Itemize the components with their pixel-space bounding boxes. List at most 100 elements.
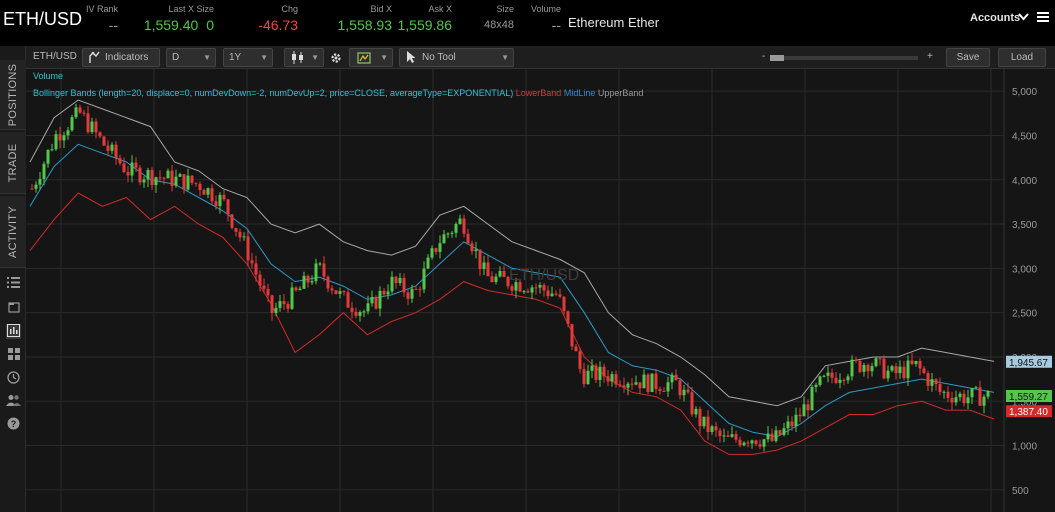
candle-body	[878, 358, 882, 360]
candle-body	[82, 112, 86, 114]
candle-body	[690, 392, 694, 415]
candle-body	[662, 391, 666, 392]
price-chart[interactable]: 5001,0001,5002,0002,5003,0003,5004,0004,…	[26, 69, 1055, 512]
aggregation-select[interactable]: D ▼	[166, 48, 216, 67]
candle-body	[458, 218, 462, 224]
candle-body	[110, 144, 114, 151]
candle-body	[218, 194, 222, 207]
grid-icon[interactable]	[6, 348, 21, 363]
accounts-button[interactable]: Accounts	[970, 12, 1020, 24]
zoom-slider-handle[interactable]	[770, 55, 784, 61]
drawings-button[interactable]: ▼	[349, 48, 393, 67]
chart-style-button[interactable]: ▼	[284, 48, 324, 67]
candle-body	[586, 370, 590, 385]
candle-body	[454, 224, 458, 233]
candle-body	[814, 384, 818, 387]
menu-icon[interactable]	[1037, 12, 1049, 25]
y-axis-tick-label: 3,500	[1012, 220, 1037, 231]
candle-body	[130, 162, 134, 176]
drawing-tool-value: No Tool	[422, 52, 456, 63]
candle-body	[214, 201, 218, 207]
list-icon[interactable]	[6, 277, 21, 292]
chevron-down-icon: ▼	[260, 53, 268, 62]
upper-band-legend: UpperBand	[597, 88, 644, 98]
candle-body	[922, 368, 926, 373]
candle-body	[718, 430, 722, 437]
candle-body	[982, 396, 986, 406]
zoom-in-button[interactable]: +	[927, 51, 933, 62]
candle-body	[90, 121, 94, 133]
candle-body	[898, 366, 902, 374]
chevron-down-icon[interactable]	[1018, 12, 1029, 24]
candle-body	[874, 358, 878, 367]
candle-body	[234, 228, 238, 232]
candle-body	[394, 276, 398, 283]
chart-canvas[interactable]: 5001,0001,5002,0002,5003,0003,5004,0004,…	[26, 69, 1055, 512]
candle-body	[42, 163, 46, 180]
candle-body	[162, 177, 166, 179]
save-button[interactable]: Save	[946, 48, 990, 67]
candle-body	[666, 382, 670, 392]
candle-body	[582, 369, 586, 385]
candle-body	[446, 233, 450, 235]
candle-body	[86, 113, 90, 133]
size-label: Size	[496, 4, 514, 14]
timeframe-select[interactable]: 1Y ▼	[223, 48, 273, 67]
candle-body	[382, 290, 386, 295]
candle-body	[966, 397, 970, 404]
candle-body	[342, 291, 346, 293]
clock-icon[interactable]	[6, 371, 21, 386]
candle-body	[654, 373, 658, 389]
load-button[interactable]: Load	[998, 48, 1046, 67]
quote-header: ETH/USD IV Rank -- Last X Size 1,559.40 …	[0, 0, 1055, 46]
y-axis-tick-label: 4,500	[1012, 131, 1037, 142]
candle-body	[414, 288, 418, 290]
zoom-slider-track[interactable]	[770, 55, 918, 61]
candle-body	[54, 134, 58, 150]
help-icon[interactable]: ?	[6, 417, 21, 432]
candle-body	[950, 397, 954, 403]
bid: Bid X 1,558.93	[310, 4, 393, 34]
gear-icon[interactable]	[330, 51, 342, 69]
candle-body	[302, 275, 306, 289]
tab-trade[interactable]: TRADE	[0, 132, 26, 194]
candle-body	[670, 374, 674, 383]
zoom-out-button[interactable]: -	[762, 51, 765, 62]
candle-body	[562, 296, 566, 312]
candle-body	[546, 290, 550, 297]
candle-body	[354, 311, 358, 316]
page-icon[interactable]	[6, 301, 21, 316]
candle-body	[574, 346, 578, 352]
candle-body	[262, 285, 266, 289]
candle-body	[810, 387, 814, 411]
candle-body	[398, 277, 402, 283]
chart-icon[interactable]	[6, 324, 21, 339]
tab-activity[interactable]: ACTIVITY	[0, 196, 26, 268]
candle-body	[306, 275, 310, 283]
toolbar-symbol[interactable]: ETH/USD	[33, 51, 77, 62]
candle-body	[826, 372, 830, 376]
drawing-tool-select[interactable]: No Tool ▼	[399, 48, 514, 67]
candle-body	[138, 167, 142, 183]
candle-body	[222, 194, 226, 200]
candle-body	[790, 421, 794, 427]
tab-positions[interactable]: POSITIONS	[0, 60, 26, 130]
candle-body	[134, 162, 138, 168]
candle-body	[330, 288, 334, 291]
bid-label: Bid X	[370, 4, 392, 14]
price-tag-label: 1,387.40	[1009, 407, 1048, 418]
candle-body	[142, 179, 146, 183]
candle-body	[374, 297, 378, 309]
symbol-label[interactable]: ETH/USD	[3, 9, 82, 30]
candle-body	[78, 107, 82, 113]
candle-body	[934, 379, 938, 384]
candle-body	[958, 393, 962, 398]
candle-body	[742, 442, 746, 446]
candle-body	[754, 440, 758, 445]
candle-body	[490, 276, 494, 282]
indicators-button[interactable]: Indicators	[82, 48, 160, 67]
candle-body	[422, 268, 426, 290]
candle-body	[174, 176, 178, 186]
candle-body	[170, 170, 174, 186]
users-icon[interactable]	[6, 394, 21, 409]
